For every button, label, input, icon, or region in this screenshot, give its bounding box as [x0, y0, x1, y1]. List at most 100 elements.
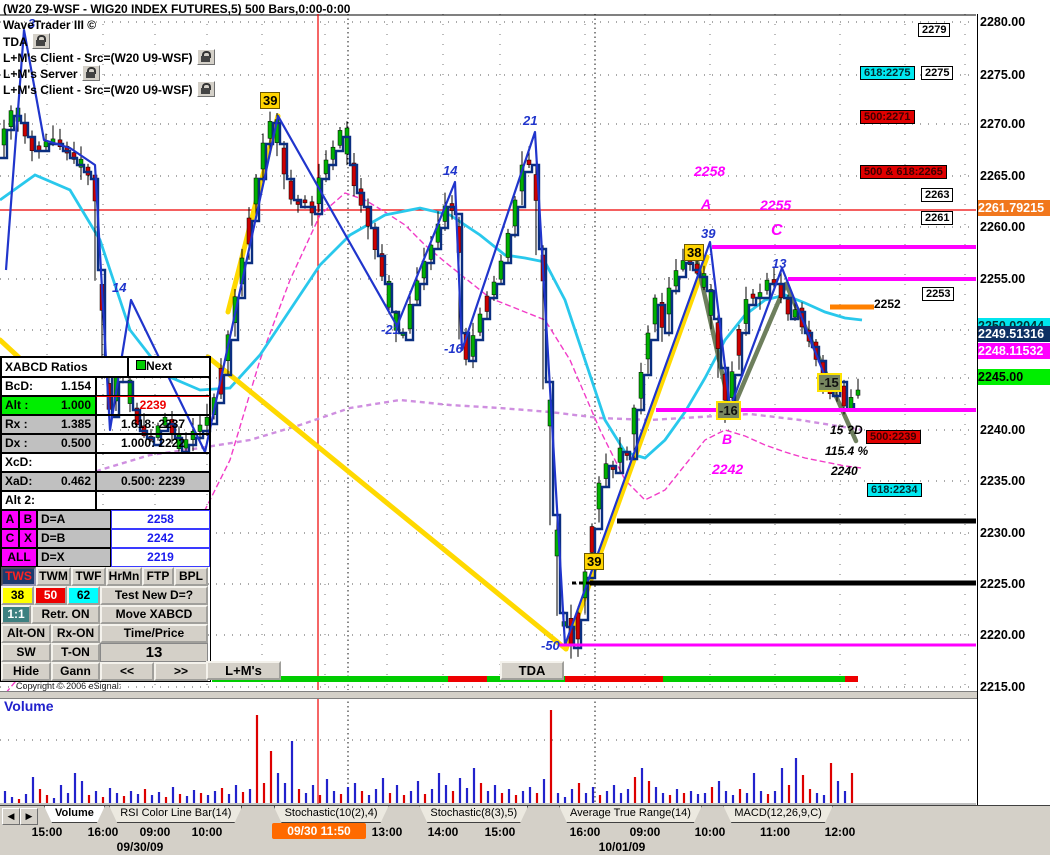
title-line-text: L+M's Client - Src=(W20 U9-WSF)	[3, 51, 193, 65]
point-badge[interactable]: ALL	[1, 548, 37, 567]
panel-button-retr-on[interactable]: Retr. ON	[31, 605, 100, 624]
price-badge: 2249.51316	[977, 326, 1050, 342]
price-tick: 2215.00	[980, 680, 1026, 694]
lock-icon[interactable]	[81, 65, 100, 81]
chart-annotation: 2240	[831, 464, 858, 478]
chart-annotation: -50	[541, 638, 560, 653]
time-tick: 09:00	[139, 825, 171, 839]
price-target-label: 2253	[922, 287, 955, 301]
price-target-label: 500:2271	[860, 110, 915, 124]
panel-button-13[interactable]: 13	[100, 643, 208, 662]
tab-volume[interactable]: Volume	[44, 806, 105, 823]
panel-button-test-new-d-[interactable]: Test New D=?	[100, 586, 208, 605]
ratio-row-label: Rx :1.385	[1, 415, 96, 434]
chart-annotation: -21	[381, 322, 400, 337]
chart-annotation: 2242	[712, 461, 744, 477]
chart-annotation: 13	[772, 256, 787, 271]
tab-average-true-range-14-[interactable]: Average True Range(14)	[559, 806, 702, 823]
panel-button--[interactable]: >>	[154, 662, 208, 681]
ratio-row-target	[96, 453, 210, 472]
point-badge[interactable]: X	[19, 529, 37, 548]
lock-icon[interactable]	[196, 81, 215, 97]
price-axis[interactable]: 2280.00 2275.00 2270.00 2265.00 2260.00 2255.…	[977, 0, 1050, 854]
ratio-row-target	[96, 377, 210, 396]
ratio-row-target: 1.618: 2237	[96, 415, 210, 434]
price-tick: 2225.00	[980, 577, 1026, 591]
lock-icon[interactable]	[196, 49, 215, 65]
tab-scroll-right-icon[interactable]: ▶	[20, 808, 38, 825]
chart-annotation: -15	[817, 373, 842, 392]
panel-button-62[interactable]: 62	[67, 586, 100, 605]
panel-button-1-1[interactable]: 1:1	[1, 605, 31, 624]
date-label: 10/01/09	[598, 840, 646, 854]
chart-annotation: B	[722, 431, 733, 447]
time-tick: 12:00	[824, 825, 856, 839]
panel-button-twf[interactable]: TWF	[71, 567, 106, 586]
panel-button-hrmn[interactable]: HrMn	[106, 567, 142, 586]
title-line-text: WaveTrader III ©	[3, 18, 97, 32]
pane-splitter[interactable]	[0, 691, 1050, 699]
panel-header-right: Next Target	[128, 357, 210, 377]
tab-stochastic-8-3-5-[interactable]: Stochastic(8(3),5)	[419, 806, 528, 823]
lms-button[interactable]: L+M's	[206, 661, 281, 680]
panel-button-ftp[interactable]: FTP	[142, 567, 174, 586]
title-line-4: L+M's Server	[3, 65, 350, 81]
ratio-row-target: 1.000: 2222	[96, 434, 210, 453]
price-badge: 2248.11532	[977, 343, 1050, 359]
chart-annotation: A	[701, 196, 712, 212]
tda-button[interactable]: TDA	[500, 661, 564, 680]
d-equals-value: 2242	[111, 529, 210, 548]
chart-annotation: C	[771, 222, 783, 239]
date-label: 09/30/09	[116, 840, 164, 854]
panel-button--[interactable]: <<	[100, 662, 154, 681]
panel-button-move-xabcd[interactable]: Move XABCD	[100, 605, 208, 624]
panel-button-rx-on[interactable]: Rx-ON	[51, 624, 100, 643]
panel-button-time-price[interactable]: Time/Price	[100, 624, 208, 643]
title-line-1: WaveTrader III ©	[3, 17, 350, 33]
panel-button-tws[interactable]: TWS	[1, 567, 36, 586]
time-tick: 14:00	[427, 825, 459, 839]
panel-button-gann[interactable]: Gann	[51, 662, 100, 681]
lock-icon[interactable]	[31, 33, 50, 49]
ratio-row-target: 0.500: 2239	[96, 472, 210, 491]
tab-rsi-color-line-bar-14-[interactable]: RSI Color Line Bar(14)	[109, 806, 242, 823]
price-target-label: 2279	[918, 23, 951, 37]
time-tick: 13:00	[371, 825, 403, 839]
chart-annotation: -16	[716, 401, 741, 420]
price-tick: 2265.00	[980, 169, 1026, 183]
volume-pane-title: Volume	[4, 698, 54, 714]
price-target-label: 2275	[921, 66, 954, 80]
price-tick: 2255.00	[980, 272, 1026, 286]
panel-button-50[interactable]: 50	[34, 586, 67, 605]
point-badge[interactable]: B	[19, 510, 37, 529]
d-equals-value: 2258	[111, 510, 210, 529]
price-tick: 2260.00	[980, 220, 1026, 234]
tab-macd-12-26-9-c-[interactable]: MACD(12,26,9,C)	[723, 806, 832, 823]
panel-button-alt-on[interactable]: Alt-ON	[1, 624, 51, 643]
price-badge: 2245.00	[977, 369, 1050, 385]
panel-button-bpl[interactable]: BPL	[174, 567, 208, 586]
panel-button-38[interactable]: 38	[1, 586, 34, 605]
volume-pane[interactable]	[0, 697, 977, 805]
panel-button-hide[interactable]: Hide	[1, 662, 51, 681]
panel-button-t-on[interactable]: T-ON	[51, 643, 100, 662]
chart-annotation: 21	[523, 113, 538, 128]
tab-scroll-left-icon[interactable]: ◀	[2, 808, 20, 825]
time-tick: 15:00	[484, 825, 516, 839]
next-target-swatch-icon	[136, 360, 146, 370]
price-tick: 2240.00	[980, 423, 1026, 437]
ratio-row-label: BcD: 1.154	[1, 377, 96, 396]
point-badge[interactable]: A	[1, 510, 19, 529]
ratio-row-label: XaD: 0.462	[1, 472, 96, 491]
ratio-row-label: Dx :0.500	[1, 434, 96, 453]
xabcd-ratios-panel[interactable]: XABCD RatiosNext Target BcD:1.154Alt :1.0…	[0, 356, 211, 682]
chart-annotation: 39	[584, 553, 605, 570]
title-line-3: L+M's Client - Src=(W20 U9-WSF)	[3, 49, 350, 65]
point-badge[interactable]: C	[1, 529, 19, 548]
chart-annotation: 14	[443, 163, 458, 178]
chart-annotation: 2258	[694, 163, 726, 179]
tab-stochastic-10-2-4-[interactable]: Stochastic(10(2),4)	[274, 806, 389, 823]
panel-button-twm[interactable]: TWM	[36, 567, 71, 586]
ratio-row-label: Alt :1.000	[1, 396, 96, 415]
panel-button-sw-off[interactable]: SW OFF	[1, 643, 51, 674]
